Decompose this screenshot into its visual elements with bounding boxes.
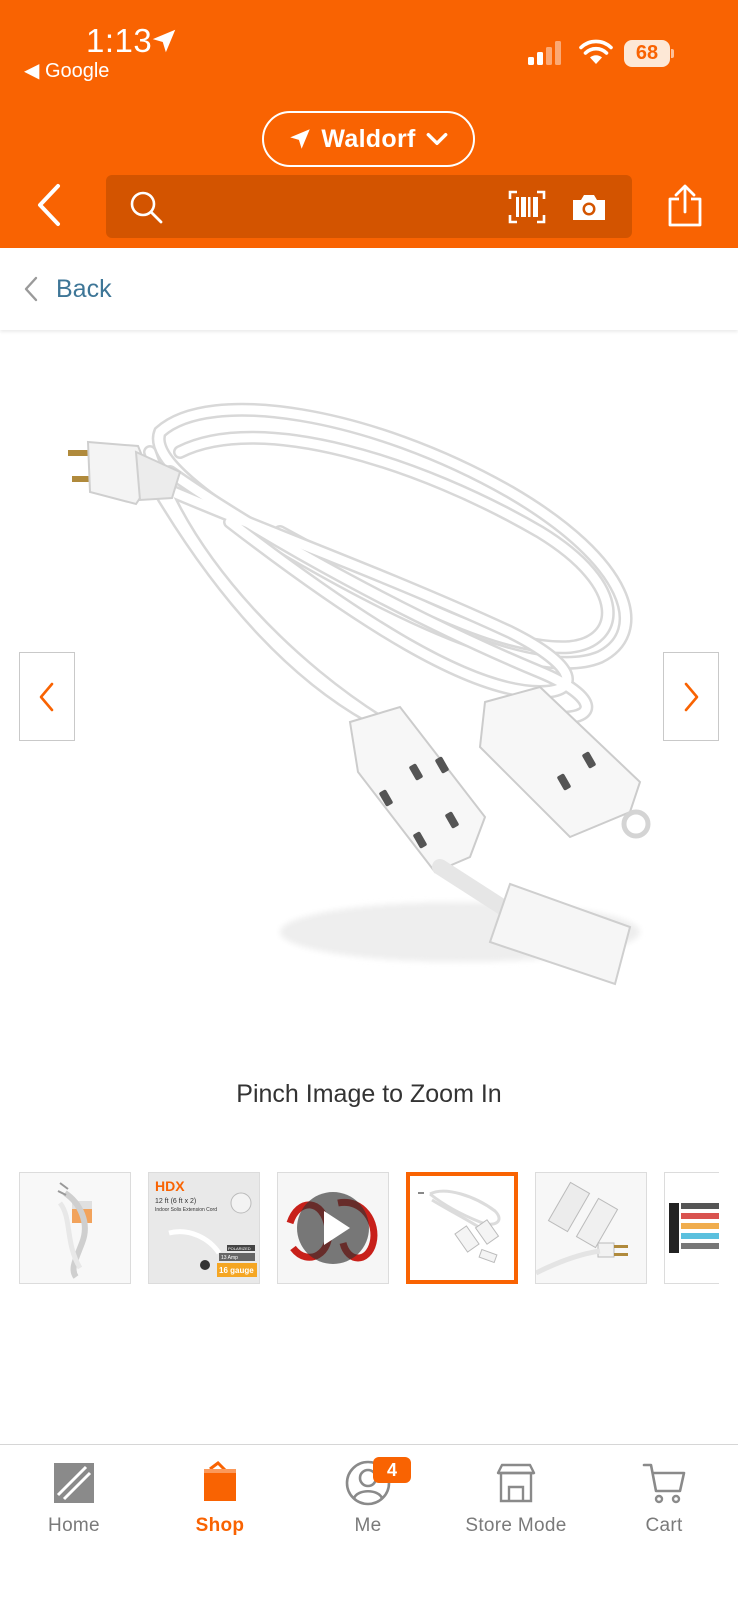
back-link[interactable]: Back (56, 275, 112, 304)
camera-icon[interactable] (571, 191, 607, 223)
paint-bucket-icon (204, 1461, 236, 1501)
thumb-tag: POLARIZED (228, 1246, 251, 1251)
thumbnail-video[interactable] (277, 1172, 389, 1284)
thumb-amp: 13 Amp (221, 1255, 238, 1261)
tab-cart[interactable]: Cart (599, 1445, 729, 1575)
cart-icon (642, 1463, 686, 1504)
location-arrow-icon (152, 29, 176, 53)
back-row[interactable]: Back (0, 248, 738, 330)
thumbnail-strip[interactable]: HDX 12 ft (6 ft x 2) Indoor Solis Extens… (19, 1172, 719, 1284)
thumb-line1: 12 ft (6 ft x 2) (155, 1198, 196, 1205)
cellular-signal-icon (528, 41, 561, 65)
zoom-hint: Pinch Image to Zoom In (236, 1080, 502, 1108)
back-arrow-icon[interactable] (30, 182, 70, 228)
thumbnail-6[interactable] (664, 1172, 719, 1284)
chevron-down-icon (426, 132, 448, 146)
next-image-button[interactable] (663, 652, 719, 741)
wifi-icon (579, 39, 613, 64)
tab-home[interactable]: Home (9, 1445, 139, 1575)
tab-shop-label: Shop (195, 1515, 245, 1536)
store-selector-button[interactable]: Waldorf (262, 111, 475, 167)
chevron-right-icon (684, 682, 699, 711)
previous-image-button[interactable] (19, 652, 75, 741)
tab-store-mode[interactable]: Store Mode (451, 1445, 581, 1575)
product-image[interactable] (40, 372, 700, 1032)
battery-level: 68 (624, 40, 670, 67)
search-input[interactable] (176, 175, 496, 238)
search-icon (130, 191, 163, 224)
home-depot-logo-icon (54, 1463, 94, 1503)
notification-badge: 4 (373, 1457, 411, 1483)
chevron-left-icon (39, 682, 54, 711)
share-icon[interactable] (665, 184, 705, 228)
tab-store-mode-label: Store Mode (465, 1515, 567, 1536)
thumbnail-2[interactable]: HDX 12 ft (6 ft x 2) Indoor Solis Extens… (148, 1172, 260, 1284)
thumbnail-1[interactable] (19, 1172, 131, 1284)
back-to-google-link[interactable]: ◀ Google (24, 58, 109, 83)
tab-home-label: Home (48, 1515, 100, 1536)
thumb-brand: HDX (155, 1178, 185, 1194)
barcode-scanner-icon[interactable] (508, 190, 546, 224)
thumbnail-5[interactable] (535, 1172, 647, 1284)
search-bar[interactable] (106, 175, 632, 238)
store-name: Waldorf (321, 124, 416, 153)
tab-me-label: Me (354, 1515, 382, 1536)
tab-cart-label: Cart (645, 1515, 683, 1536)
chevron-left-icon (24, 276, 38, 302)
app-header: 1:13 ◀ Google 68 Waldorf (0, 0, 738, 248)
thumbnail-selected[interactable] (406, 1172, 518, 1284)
status-time: 1:13 (86, 22, 153, 59)
tab-shop[interactable]: Shop (155, 1445, 285, 1575)
thumb-line2: Indoor Solis Extension Cord (155, 1207, 217, 1213)
location-arrow-icon (290, 129, 311, 149)
battery-indicator: 68 (624, 40, 674, 67)
bottom-tab-bar: Home Shop 4 Me Store Mode Cart (0, 1444, 738, 1600)
thumb-gauge: 16 gauge (219, 1266, 254, 1275)
tab-me[interactable]: 4 Me (303, 1445, 433, 1575)
storefront-icon (496, 1463, 536, 1503)
